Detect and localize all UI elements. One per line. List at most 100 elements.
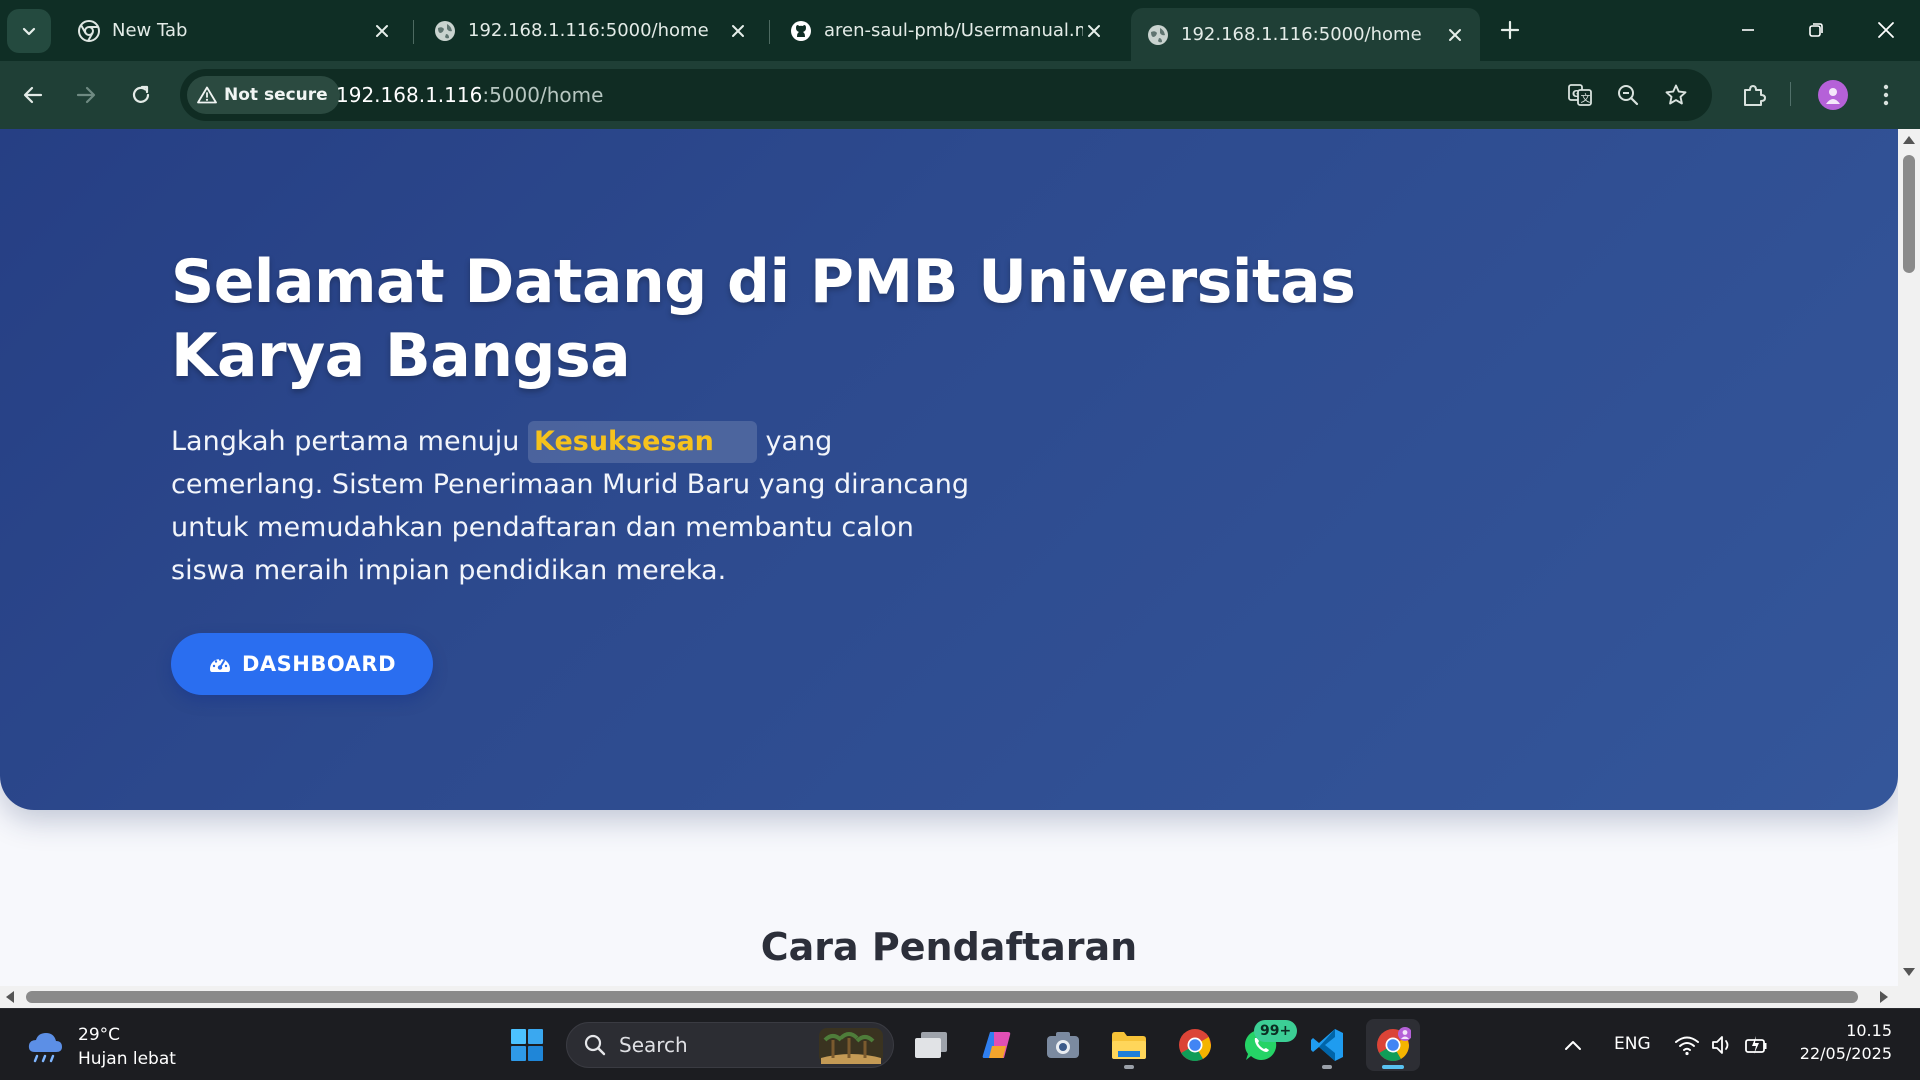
task-view-button[interactable] bbox=[904, 1019, 958, 1071]
url-path: :5000/home bbox=[482, 83, 604, 107]
horizontal-scrollbar[interactable] bbox=[0, 986, 1920, 1008]
address-bar[interactable]: Not secure 192.168.1.116:5000/home G文 bbox=[180, 69, 1712, 121]
scroll-right-arrow[interactable] bbox=[1880, 991, 1888, 1003]
scroll-down-arrow[interactable] bbox=[1903, 968, 1915, 976]
tab-title: New Tab bbox=[112, 20, 188, 41]
close-icon[interactable] bbox=[371, 20, 393, 42]
tab-new-tab[interactable]: New Tab bbox=[62, 8, 407, 53]
toolbar-divider bbox=[1790, 82, 1791, 106]
profile-icon bbox=[1826, 88, 1840, 104]
zoom-out-icon bbox=[1618, 85, 1639, 106]
warning-icon bbox=[197, 86, 217, 104]
browser-toolbar: Not secure 192.168.1.116:5000/home G文 bbox=[0, 61, 1920, 129]
minimize-icon bbox=[1742, 29, 1754, 31]
task-view-icon bbox=[915, 1032, 947, 1058]
url-text: 192.168.1.116:5000/home bbox=[336, 83, 603, 107]
volume-icon bbox=[1712, 1036, 1729, 1054]
weather-condition: Hujan lebat bbox=[78, 1049, 176, 1069]
restore-icon bbox=[1809, 23, 1823, 37]
clock-date: 22/05/2025 bbox=[1799, 1044, 1892, 1063]
running-indicator bbox=[1322, 1065, 1332, 1069]
start-button[interactable] bbox=[500, 1019, 554, 1071]
more-vert-icon bbox=[1883, 84, 1889, 106]
menu-button[interactable] bbox=[1870, 79, 1902, 111]
chrome-button[interactable] bbox=[1168, 1019, 1222, 1071]
minimize-button[interactable] bbox=[1720, 8, 1776, 52]
github-icon bbox=[791, 20, 811, 41]
forward-button[interactable] bbox=[65, 74, 107, 116]
battery-charging-icon bbox=[1745, 1036, 1767, 1054]
vscode-button[interactable] bbox=[1300, 1019, 1354, 1071]
copilot-icon bbox=[982, 1032, 1011, 1058]
back-button[interactable] bbox=[12, 74, 54, 116]
running-indicator bbox=[1382, 1065, 1404, 1069]
svg-text:文: 文 bbox=[1581, 92, 1591, 105]
url-host: 192.168.1.116 bbox=[336, 83, 483, 107]
close-icon bbox=[1878, 22, 1894, 38]
whatsapp-badge: 99+ bbox=[1254, 1020, 1298, 1042]
language-indicator[interactable]: ENG bbox=[1614, 1034, 1651, 1054]
tab-separator bbox=[769, 20, 770, 44]
page-viewport: Selamat Datang di PMB Universitas Karya … bbox=[0, 129, 1898, 986]
running-indicator bbox=[1124, 1065, 1134, 1069]
camera-app-button[interactable] bbox=[1036, 1019, 1090, 1071]
tab-search-button[interactable] bbox=[7, 9, 51, 53]
chevron-up-icon bbox=[1565, 1041, 1581, 1050]
tab-separator bbox=[413, 20, 414, 44]
new-tab-button[interactable] bbox=[1494, 14, 1526, 46]
security-label: Not secure bbox=[224, 85, 328, 105]
puzzle-icon bbox=[1744, 85, 1766, 106]
close-icon[interactable] bbox=[1444, 24, 1466, 46]
scrollbar-thumb[interactable] bbox=[1903, 155, 1915, 273]
search-icon bbox=[584, 1034, 606, 1056]
chevron-down-icon bbox=[22, 27, 36, 36]
scroll-left-arrow[interactable] bbox=[6, 991, 14, 1003]
globe-icon bbox=[435, 20, 455, 41]
translate-icon: G文 bbox=[1568, 84, 1592, 106]
close-icon[interactable] bbox=[727, 20, 749, 42]
tab-title: aren-saul-pmb/Usermanual.md bbox=[824, 20, 1083, 41]
windows-icon bbox=[511, 1029, 543, 1061]
scrollbar-thumb[interactable] bbox=[26, 991, 1858, 1003]
restore-button[interactable] bbox=[1788, 8, 1844, 52]
tab-strip: New Tab 192.168.1.116:5000/home aren-sau… bbox=[0, 0, 1920, 61]
tab-home-active[interactable]: 192.168.1.116:5000/home bbox=[1131, 8, 1480, 61]
profile-avatar[interactable] bbox=[1818, 80, 1848, 110]
hero-description: Langkah pertama menuju Kesuksesan yang c… bbox=[171, 420, 991, 592]
section-title: Cara Pendaftaran bbox=[760, 925, 1138, 969]
star-icon bbox=[1665, 84, 1687, 105]
clock[interactable]: 10.15 22/05/2025 bbox=[1790, 1019, 1892, 1065]
extensions-button[interactable] bbox=[1738, 79, 1770, 111]
clock-time: 10.15 bbox=[1846, 1021, 1892, 1040]
bookmark-button[interactable] bbox=[1662, 81, 1690, 109]
copilot-button[interactable] bbox=[970, 1019, 1024, 1071]
chrome-icon bbox=[1377, 1027, 1411, 1062]
tab-github-usermanual[interactable]: aren-saul-pmb/Usermanual.md bbox=[774, 8, 1119, 53]
reload-button[interactable] bbox=[120, 74, 162, 116]
hero-section: Selamat Datang di PMB Universitas Karya … bbox=[0, 129, 1898, 810]
tab-home-1[interactable]: 192.168.1.116:5000/home bbox=[418, 8, 763, 53]
close-window-button[interactable] bbox=[1858, 8, 1914, 52]
dashboard-button[interactable]: DASHBOARD bbox=[171, 633, 433, 695]
speedometer-icon bbox=[209, 658, 230, 672]
scroll-up-arrow[interactable] bbox=[1903, 136, 1915, 144]
taskbar: 29°C Hujan lebat Search ENG bbox=[0, 1008, 1920, 1080]
taskbar-search[interactable]: Search bbox=[566, 1022, 894, 1068]
reload-icon bbox=[132, 85, 150, 103]
hero-title: Selamat Datang di PMB Universitas Karya … bbox=[171, 247, 1356, 391]
show-hidden-icons-button[interactable] bbox=[1548, 1019, 1598, 1071]
arrow-right-icon bbox=[76, 86, 96, 104]
zoom-button[interactable] bbox=[1614, 81, 1642, 109]
quick-settings-button[interactable] bbox=[1666, 1019, 1776, 1071]
dashboard-button-label: DASHBOARD bbox=[241, 652, 397, 676]
file-explorer-button[interactable] bbox=[1102, 1019, 1156, 1071]
vertical-scrollbar[interactable] bbox=[1898, 129, 1920, 986]
security-chip[interactable]: Not secure bbox=[187, 76, 340, 114]
weather-temp: 29°C bbox=[78, 1025, 121, 1045]
close-icon[interactable] bbox=[1083, 20, 1105, 42]
search-label: Search bbox=[619, 1033, 688, 1057]
weather-widget[interactable]: 29°C Hujan lebat bbox=[26, 1023, 176, 1071]
chrome-profile-button[interactable] bbox=[1366, 1019, 1420, 1071]
vscode-icon bbox=[1311, 1029, 1343, 1061]
translate-button[interactable]: G文 bbox=[1566, 81, 1594, 109]
